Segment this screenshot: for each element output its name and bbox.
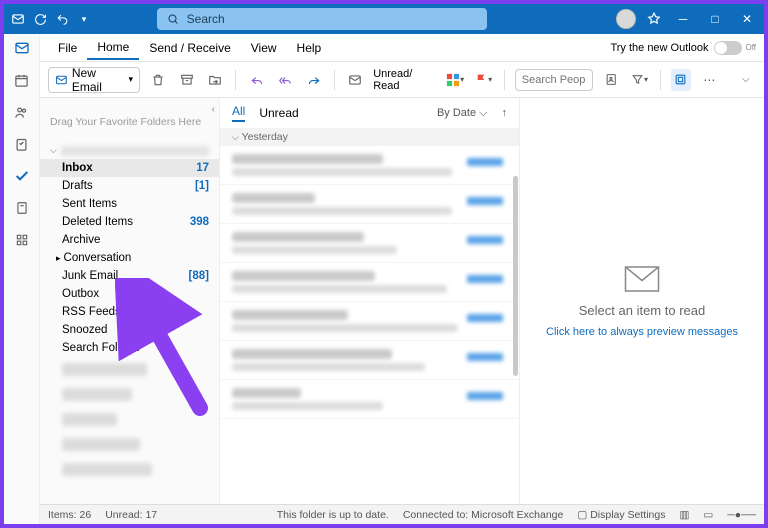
- zoom-slider[interactable]: ─●──: [727, 509, 756, 521]
- category-icon[interactable]: ▾: [445, 69, 465, 91]
- ribbon: New Email ▾ Unread/ Read ▾ ▾ ▾: [40, 62, 764, 98]
- sync-icon[interactable]: [32, 11, 48, 27]
- premium-icon[interactable]: [646, 11, 662, 27]
- filter-unread[interactable]: Unread: [259, 106, 298, 120]
- folder-sent[interactable]: Sent Items: [40, 195, 219, 213]
- filter-all[interactable]: All: [232, 104, 245, 122]
- rail-todo-icon[interactable]: [12, 166, 32, 186]
- menubar: File Home Send / Receive View Help Try t…: [40, 34, 764, 62]
- unread-read-label[interactable]: Unread/ Read: [373, 68, 437, 92]
- preview-pane: Select an item to read Click here to alw…: [520, 98, 764, 504]
- view-reading-icon[interactable]: ▭: [703, 509, 713, 521]
- display-settings-button[interactable]: ▢ Display Settings: [577, 509, 665, 521]
- tab-home[interactable]: Home: [87, 36, 139, 60]
- status-unread: Unread: 17: [105, 509, 157, 521]
- tab-file[interactable]: File: [48, 37, 87, 59]
- folder-conversation[interactable]: ▸Conversation: [40, 249, 219, 267]
- minimize-button[interactable]: ─: [672, 8, 694, 30]
- avatar[interactable]: [616, 9, 636, 29]
- redacted-folder: [62, 363, 147, 376]
- forward-icon[interactable]: [303, 69, 323, 91]
- reply-icon[interactable]: [246, 69, 266, 91]
- address-book-icon[interactable]: [601, 69, 621, 91]
- sort-dropdown[interactable]: By Date ⌵: [437, 107, 488, 120]
- rail-tasks-icon[interactable]: [12, 134, 32, 154]
- try-new-label: Try the new Outlook: [610, 42, 708, 54]
- list-item[interactable]: [220, 302, 519, 341]
- search-icon: [165, 11, 181, 27]
- rail-calendar-icon[interactable]: [12, 70, 32, 90]
- scrollbar[interactable]: [513, 176, 518, 376]
- tab-view[interactable]: View: [241, 37, 287, 59]
- chevron-down-icon: ⌵: [50, 145, 57, 156]
- always-preview-link[interactable]: Click here to always preview messages: [546, 326, 738, 338]
- rail-mail-icon[interactable]: [12, 38, 32, 58]
- folder-inbox[interactable]: Inbox17: [40, 159, 219, 177]
- left-rail: [4, 34, 40, 524]
- move-icon[interactable]: [205, 69, 225, 91]
- folder-outbox[interactable]: Outbox: [40, 285, 219, 303]
- filter-icon[interactable]: ▾: [629, 69, 649, 91]
- list-item[interactable]: [220, 341, 519, 380]
- account-row[interactable]: ⌵: [40, 142, 219, 159]
- redacted-folder: [62, 463, 152, 476]
- list-item[interactable]: [220, 146, 519, 185]
- delete-icon[interactable]: [148, 69, 168, 91]
- status-connected: Connected to: Microsoft Exchange: [403, 509, 564, 521]
- folder-deleted[interactable]: Deleted Items398: [40, 213, 219, 231]
- statusbar: Items: 26 Unread: 17 This folder is up t…: [40, 504, 764, 524]
- redacted-folder: [62, 413, 117, 426]
- tab-send-receive[interactable]: Send / Receive: [139, 37, 240, 59]
- close-button[interactable]: ✕: [736, 8, 758, 30]
- folder-rss[interactable]: RSS Feeds: [40, 303, 219, 321]
- undo-icon[interactable]: [54, 11, 70, 27]
- folder-junk[interactable]: Junk Email[88]: [40, 267, 219, 285]
- sort-direction-icon[interactable]: ↑: [502, 107, 508, 119]
- folder-snoozed[interactable]: Snoozed: [40, 321, 219, 339]
- qa-dropdown-icon[interactable]: ▾: [76, 11, 92, 27]
- titlebar: ▾ Search ─ □ ✕: [4, 4, 764, 34]
- folder-pane: ‹ Drag Your Favorite Folders Here ⌵ Inbo…: [40, 98, 220, 504]
- reply-all-icon[interactable]: [275, 69, 295, 91]
- app-icon: [10, 11, 26, 27]
- flag-icon[interactable]: ▾: [473, 69, 493, 91]
- rail-people-icon[interactable]: [12, 102, 32, 122]
- folder-search[interactable]: Search Folders: [40, 339, 219, 357]
- list-item[interactable]: [220, 263, 519, 302]
- folder-drafts[interactable]: Drafts[1]: [40, 177, 219, 195]
- maximize-button[interactable]: □: [704, 8, 726, 30]
- toggle-state: Off: [745, 43, 756, 52]
- new-email-button[interactable]: New Email ▾: [48, 67, 140, 93]
- rail-notes-icon[interactable]: [12, 198, 32, 218]
- new-email-label: New Email: [72, 66, 125, 94]
- search-placeholder: Search: [187, 12, 225, 26]
- rail-more-icon[interactable]: [12, 230, 32, 250]
- search-people-input[interactable]: [515, 69, 593, 91]
- archive-icon[interactable]: [177, 69, 197, 91]
- more-icon[interactable]: ⋯: [699, 69, 719, 91]
- list-item[interactable]: [220, 380, 519, 419]
- message-list-pane: All Unread By Date ⌵ ↑ ⌵ Yesterday: [220, 98, 520, 504]
- mail-icon[interactable]: [345, 69, 365, 91]
- redacted-folder: [62, 438, 140, 451]
- view-normal-icon[interactable]: ▥: [679, 509, 689, 521]
- list-item[interactable]: [220, 224, 519, 263]
- preview-title: Select an item to read: [579, 303, 705, 318]
- envelope-icon: [624, 265, 660, 293]
- redacted-folder: [62, 388, 132, 401]
- addins-icon[interactable]: [671, 69, 691, 91]
- favorites-hint: Drag Your Favorite Folders Here: [40, 98, 219, 142]
- collapse-folder-icon[interactable]: ‹: [212, 104, 215, 115]
- list-item[interactable]: [220, 185, 519, 224]
- tab-help[interactable]: Help: [287, 37, 332, 59]
- try-new-toggle[interactable]: [714, 41, 742, 55]
- status-items: Items: 26: [48, 509, 91, 521]
- folder-archive[interactable]: Archive: [40, 231, 219, 249]
- group-header[interactable]: ⌵ Yesterday: [220, 128, 519, 146]
- status-uptodate: This folder is up to date.: [277, 509, 389, 521]
- ribbon-collapse-icon[interactable]: ⌵: [736, 69, 756, 91]
- search-box[interactable]: Search: [157, 8, 487, 30]
